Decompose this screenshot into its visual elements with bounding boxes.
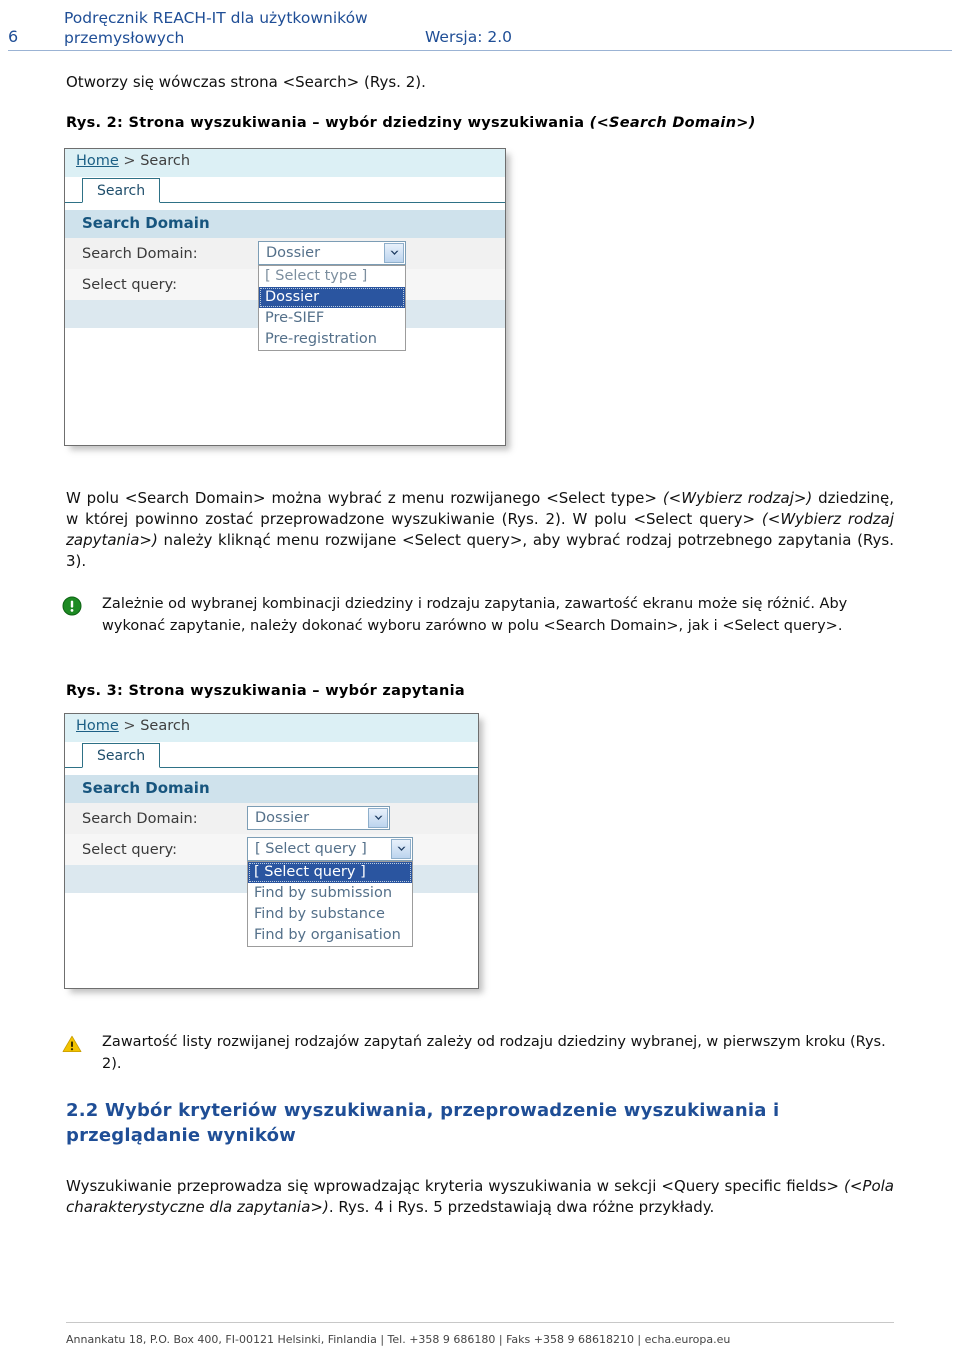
dropdown-option[interactable]: Dossier (259, 287, 405, 308)
chevron-down-glyph (397, 846, 405, 851)
tab-search[interactable]: Search (82, 743, 161, 768)
note-warning-text: Zawartość listy rozwijanej rodzajów zapy… (102, 1034, 886, 1072)
chevron-down-icon[interactable] (368, 808, 388, 828)
body-paragraph-2-seg1: Wyszukiwanie przeprowadza się wprowadzaj… (66, 1177, 844, 1195)
dropdown-option[interactable]: Pre-registration (259, 329, 405, 350)
tab-search[interactable]: Search (82, 178, 161, 203)
label-select-query: Select query: (82, 841, 178, 858)
breadcrumb-current: Search (140, 718, 191, 734)
dropdown-select-query-options[interactable]: [ Select query ] Find by submission Find… (247, 861, 413, 947)
footer-text: Annankatu 18, P.O. Box 400, FI-00121 Hel… (66, 1333, 731, 1346)
chevron-down-icon[interactable] (391, 839, 411, 859)
select-select-query-value: [ Select query ] (255, 841, 367, 857)
warning-triangle-icon (62, 1035, 82, 1052)
figure-3-caption: Rys. 3: Strona wyszukiwania – wybór zapy… (66, 683, 465, 699)
page-number: 6 (8, 27, 19, 46)
select-select-query[interactable]: [ Select query ] (247, 837, 413, 861)
select-search-domain[interactable]: Dossier (247, 806, 390, 830)
tab-strip: Search (65, 742, 478, 768)
body-paragraph-1-seg1: W polu <Search Domain> można wybrać z me… (66, 489, 663, 507)
intro-paragraph: Otworzy się wówczas strona <Search> (Rys… (66, 73, 426, 91)
chevron-down-glyph (374, 815, 382, 820)
tab-strip: Search (65, 177, 505, 203)
dropdown-option[interactable]: Pre-SIEF (259, 308, 405, 329)
figure-2-caption: Rys. 2: Strona wyszukiwania – wybór dzie… (66, 115, 886, 131)
dropdown-option[interactable]: [ Select query ] (248, 862, 412, 883)
dropdown-search-domain-options[interactable]: [ Select type ] Dossier Pre-SIEF Pre-reg… (258, 265, 406, 351)
figure-2-caption-text: Rys. 2: Strona wyszukiwania – wybór dzie… (66, 115, 590, 131)
body-paragraph-1-seg3: należy kliknąć menu rozwijane <Select qu… (66, 531, 894, 570)
note-warning: Zawartość listy rozwijanej rodzajów zapy… (62, 1032, 902, 1075)
label-search-domain: Search Domain: (82, 245, 198, 262)
breadcrumb: Home > Search (65, 149, 505, 177)
section-heading-2-2: 2.2 Wybór kryteriów wyszukiwania, przepr… (66, 1100, 780, 1146)
body-paragraph-1: W polu <Search Domain> można wybrać z me… (66, 488, 894, 572)
figure-2-caption-italic: (<Search Domain>) (589, 115, 756, 131)
breadcrumb-current: Search (140, 153, 191, 169)
body-paragraph-1-italic1: (<Wybierz rodzaj>) (662, 489, 813, 507)
dropdown-option[interactable]: Find by submission (248, 883, 412, 904)
document-version: Wersja: 2.0 (425, 28, 513, 46)
breadcrumb-home-link[interactable]: Home (76, 718, 119, 734)
breadcrumb-home-link[interactable]: Home (76, 153, 119, 169)
select-search-domain-value: Dossier (266, 245, 321, 261)
breadcrumb: Home > Search (65, 714, 478, 742)
body-paragraph-2-seg2: . Rys. 4 i Rys. 5 przedstawiają dwa różn… (328, 1198, 715, 1216)
select-search-domain-value: Dossier (255, 810, 310, 826)
panel-title-search-domain: Search Domain (65, 775, 478, 803)
label-search-domain: Search Domain: (82, 810, 198, 827)
page-header: 6 Podręcznik REACH-IT dla użytkowników p… (0, 0, 960, 52)
note-info: Zależnie od wybranej kombinacji dziedzin… (62, 594, 902, 637)
info-exclamation-icon (62, 596, 82, 616)
chevron-down-icon[interactable] (384, 243, 404, 263)
dropdown-option[interactable]: Find by organisation (248, 925, 412, 946)
footer-divider (66, 1322, 894, 1323)
header-divider (8, 50, 952, 51)
breadcrumb-separator: > (118, 153, 141, 169)
note-info-text: Zależnie od wybranej kombinacji dziedzin… (102, 596, 848, 634)
dropdown-option[interactable]: [ Select type ] (259, 266, 405, 287)
label-select-query: Select query: (82, 276, 178, 293)
chevron-down-glyph (390, 250, 398, 255)
figure-3-screenshot: Home > Search Search Search Domain Searc… (64, 713, 479, 989)
panel-title-search-domain: Search Domain (65, 210, 505, 238)
figure-2-screenshot: Home > Search Search Search Domain Searc… (64, 148, 506, 446)
body-paragraph-2: Wyszukiwanie przeprowadza się wprowadzaj… (66, 1176, 894, 1218)
breadcrumb-separator: > (118, 718, 141, 734)
select-search-domain[interactable]: Dossier (258, 241, 406, 265)
document-title: Podręcznik REACH-IT dla użytkowników prz… (64, 9, 368, 47)
dropdown-option[interactable]: Find by substance (248, 904, 412, 925)
